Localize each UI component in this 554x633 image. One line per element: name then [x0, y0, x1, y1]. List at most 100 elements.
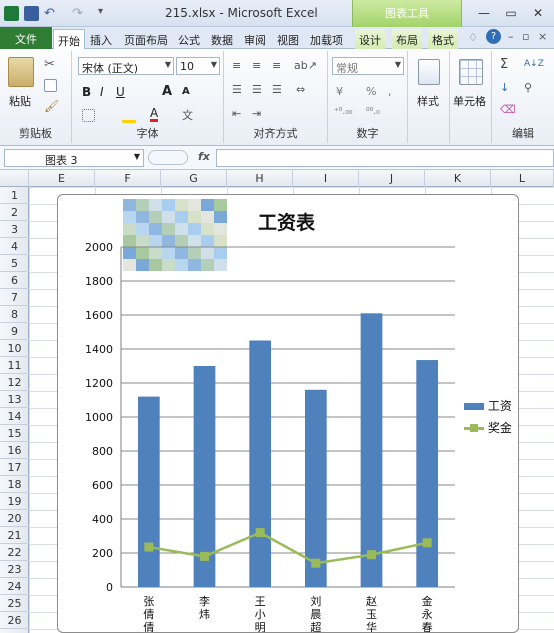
row-header[interactable]: 5 — [0, 255, 29, 272]
font-size-select[interactable]: 10 ▼ — [176, 57, 220, 75]
row-header[interactable]: 9 — [0, 323, 29, 340]
legend-entry-salary[interactable]: 工资 — [464, 397, 512, 414]
cells-button-label[interactable]: 单元格 — [453, 93, 486, 109]
tab-insert[interactable]: 插入 — [86, 29, 116, 49]
marker-bonus[interactable] — [422, 538, 432, 548]
row-header[interactable]: 10 — [0, 340, 29, 357]
column-header-l[interactable]: L — [491, 170, 554, 187]
paste-icon[interactable] — [8, 57, 34, 87]
currency-icon[interactable]: ¥ — [336, 85, 343, 98]
fill-icon[interactable]: ↓ — [500, 81, 509, 94]
row-header[interactable]: 15 — [0, 425, 29, 442]
decrease-decimal-button[interactable]: ⁰⁰.₀ — [366, 107, 380, 117]
tab-design[interactable]: 设计 — [355, 29, 385, 49]
formula-input[interactable] — [216, 149, 554, 167]
marker-bonus[interactable] — [311, 558, 321, 568]
merge-center-icon[interactable]: ⇔ — [296, 83, 305, 96]
increase-decimal-button[interactable]: ⁺⁰.₀₀ — [334, 107, 352, 117]
column-header-i[interactable]: I — [293, 170, 359, 187]
align-middle-icon[interactable]: ≡ — [252, 59, 261, 72]
tab-review[interactable]: 审阅 — [240, 29, 270, 49]
orientation-icon[interactable]: ab↗ — [294, 59, 317, 72]
marker-bonus[interactable] — [367, 550, 376, 560]
styles-icon[interactable] — [418, 59, 440, 85]
font-name-select[interactable]: 宋体 (正文) ▼ — [78, 57, 174, 75]
clear-icon[interactable]: ⌫ — [500, 103, 516, 116]
row-header[interactable]: 23 — [0, 561, 29, 578]
increase-indent-icon[interactable]: ⇥ — [252, 107, 261, 120]
chart-area[interactable]: 工资表 0 200 400 600 800 1000 1200 1400 1600 1800 200… — [57, 194, 519, 633]
tab-layout[interactable]: 布局 — [392, 29, 422, 49]
bar-salary[interactable] — [137, 396, 160, 587]
minimize-button[interactable]: — — [473, 4, 495, 22]
copy-icon[interactable] — [44, 79, 57, 92]
name-box[interactable]: 图表 3 ▼ — [4, 149, 144, 167]
legend-entry-bonus[interactable]: 奖金 — [464, 419, 512, 436]
minimize-ribbon-icon[interactable]: ♢ — [468, 31, 478, 44]
phonetic-icon[interactable]: 文 — [182, 107, 193, 123]
tab-addins[interactable]: 加载项 — [306, 29, 347, 49]
italic-button[interactable]: I — [100, 85, 104, 99]
customize-qat-icon[interactable]: ▾ — [98, 6, 113, 21]
column-header-g[interactable]: G — [161, 170, 227, 187]
marker-bonus[interactable] — [144, 542, 154, 552]
tab-data[interactable]: 数据 — [207, 29, 237, 49]
paste-button-label[interactable]: 粘贴 — [9, 93, 31, 109]
column-header-f[interactable]: F — [95, 170, 161, 187]
cells-icon[interactable] — [459, 59, 483, 85]
tab-view[interactable]: 视图 — [273, 29, 303, 49]
row-header[interactable]: 16 — [0, 442, 29, 459]
borders-icon[interactable] — [82, 109, 95, 122]
row-header[interactable]: 22 — [0, 544, 29, 561]
restore-button[interactable]: ▭ — [500, 4, 522, 22]
autosum-button[interactable]: Σ — [500, 57, 508, 72]
undo-icon[interactable]: ↶ — [44, 6, 59, 21]
row-header[interactable]: 19 — [0, 493, 29, 510]
fill-color-icon[interactable] — [122, 109, 136, 123]
bar-salary[interactable] — [249, 340, 272, 588]
row-header[interactable]: 12 — [0, 374, 29, 391]
align-bottom-icon[interactable]: ≡ — [272, 59, 281, 72]
marker-bonus[interactable] — [200, 551, 209, 561]
save-icon[interactable] — [24, 6, 39, 21]
row-header[interactable]: 2 — [0, 204, 29, 221]
bold-button[interactable]: B — [82, 85, 91, 99]
row-header[interactable]: 1 — [0, 187, 29, 204]
tab-file[interactable]: 文件 — [0, 27, 52, 49]
align-top-icon[interactable]: ≡ — [232, 59, 241, 72]
doc-close-icon[interactable]: × — [538, 30, 547, 43]
row-header[interactable]: 6 — [0, 272, 29, 289]
underline-button[interactable]: U — [116, 85, 125, 99]
row-header[interactable]: 14 — [0, 408, 29, 425]
bar-salary[interactable] — [304, 389, 327, 587]
align-center-icon[interactable]: ☰ — [252, 83, 262, 96]
row-header[interactable]: 27 — [0, 629, 29, 633]
align-left-icon[interactable]: ☰ — [232, 83, 242, 96]
column-header-k[interactable]: K — [425, 170, 491, 187]
shrink-font-button[interactable]: A — [182, 86, 190, 97]
insert-function-button[interactable]: fx — [198, 150, 210, 163]
grow-font-button[interactable]: A — [162, 84, 172, 99]
close-button[interactable]: ✕ — [527, 4, 549, 22]
find-icon[interactable]: ⚲ — [524, 81, 532, 94]
row-header[interactable]: 11 — [0, 357, 29, 374]
column-header-j[interactable]: J — [359, 170, 425, 187]
sort-filter-button[interactable]: A↓Z — [524, 59, 544, 69]
row-header[interactable]: 7 — [0, 289, 29, 306]
align-right-icon[interactable]: ☰ — [272, 83, 282, 96]
row-header[interactable]: 17 — [0, 459, 29, 476]
tab-page-layout[interactable]: 页面布局 — [120, 29, 172, 49]
select-all-corner[interactable] — [0, 170, 29, 187]
doc-restore-icon[interactable]: ▫ — [522, 30, 529, 43]
row-header[interactable]: 24 — [0, 578, 29, 595]
tab-format[interactable]: 格式 — [428, 29, 458, 49]
cut-icon[interactable]: ✂ — [44, 57, 55, 72]
plot-area[interactable]: 0 200 400 600 800 1000 1200 1400 1600 1800 2000 张倩倩… — [58, 195, 518, 632]
number-format-select[interactable]: 常规 ▼ — [332, 57, 404, 75]
redo-icon[interactable]: ↷ — [72, 6, 87, 21]
row-header[interactable]: 20 — [0, 510, 29, 527]
doc-minimize-icon[interactable]: – — [508, 30, 514, 43]
format-painter-icon[interactable]: 🖌 — [44, 99, 59, 113]
row-header[interactable]: 25 — [0, 595, 29, 612]
percent-button[interactable]: % — [366, 85, 376, 98]
